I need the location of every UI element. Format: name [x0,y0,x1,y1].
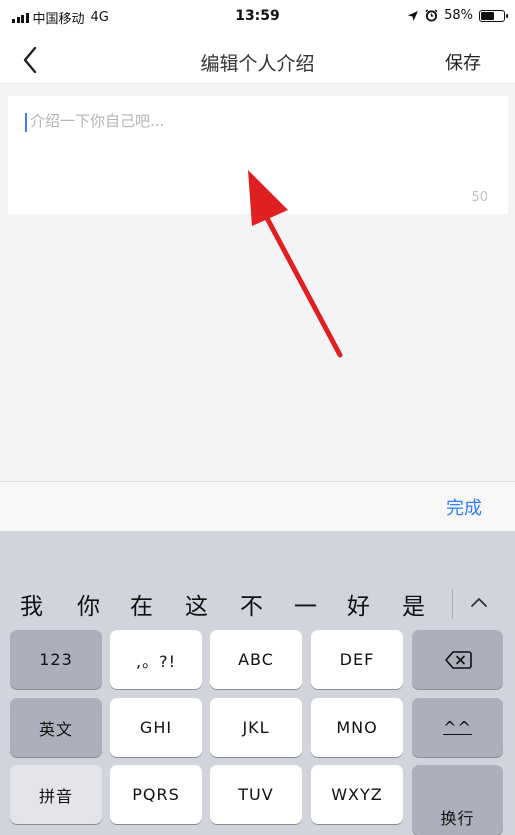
done-button[interactable]: 完成 [446,494,482,520]
status-bar: 中国移动 4G 13:59 58% [0,0,515,38]
candidate-word[interactable]: 一 [294,587,317,621]
candidate-bar: 我 你 在 这 不 一 好 是 [0,575,515,627]
candidate-word[interactable]: 你 [77,587,100,621]
battery-icon [479,9,508,22]
key-english[interactable]: 英文 [10,698,102,757]
location-arrow-icon [408,10,419,21]
delete-key[interactable] [412,630,503,689]
chevron-up-icon[interactable] [466,589,492,615]
status-right: 58% [407,8,508,23]
key-jkl[interactable]: JKL [210,698,302,757]
candidate-word[interactable]: 不 [240,587,263,621]
candidate-word[interactable]: 这 [185,587,208,621]
key-pqrs[interactable]: PQRS [110,765,202,824]
key-punctuation[interactable]: ,。?! [110,630,202,689]
save-button[interactable]: 保存 [445,49,481,75]
pinyin-keyboard: 我 你 在 这 不 一 好 是 123 ,。?! ABC DEF 英文 GHI … [0,531,515,835]
candidate-word[interactable]: 好 [347,587,370,621]
navigation-bar: 编辑个人介绍 保存 [0,38,515,84]
return-key[interactable]: 换行 [412,765,503,835]
key-def[interactable]: DEF [311,630,403,689]
candidate-word[interactable]: 我 [20,587,43,621]
candidate-word[interactable]: 是 [402,587,425,621]
annotation-arrow-icon [248,170,343,358]
candidate-divider [452,589,453,619]
candidate-word[interactable]: 在 [130,587,153,621]
key-abc[interactable]: ABC [210,630,302,689]
page-title: 编辑个人介绍 [200,53,315,75]
alarm-icon [425,9,438,22]
keyboard-accessory-bar: 完成 [0,481,515,531]
key-wxyz[interactable]: WXYZ [311,765,403,824]
key-mno[interactable]: MNO [311,698,403,757]
key-emoticon[interactable]: ^^ [412,698,503,757]
key-ghi[interactable]: GHI [110,698,202,757]
char-limit-counter: 50 [471,190,488,205]
key-123[interactable]: 123 [10,630,102,689]
key-tuv[interactable]: TUV [210,765,302,824]
backspace-icon [444,650,472,669]
text-caret [25,113,27,132]
key-pinyin[interactable]: 拼音 [10,765,102,824]
battery-percent: 58% [444,8,473,23]
intro-input[interactable] [30,112,470,130]
battery-level [481,11,494,20]
